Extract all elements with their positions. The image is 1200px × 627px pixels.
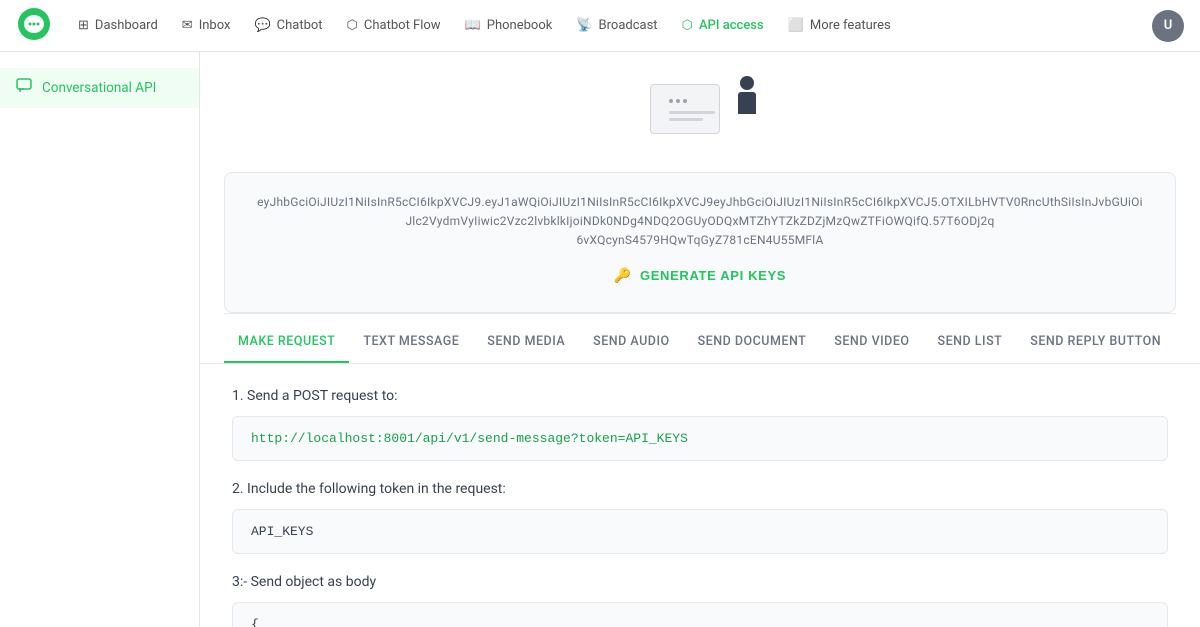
sidebar: Conversational API <box>0 52 200 627</box>
top-navigation: ⊞ Dashboard ✉ Inbox 💬 Chatbot ⬡ Chatbot … <box>0 0 1200 52</box>
nav-item-inbox[interactable]: ✉ Inbox <box>172 12 241 39</box>
brace-open: { <box>251 617 259 627</box>
section-divider <box>224 313 1176 314</box>
nav-item-broadcast[interactable]: 📡 Broadcast <box>566 12 667 39</box>
figure-body <box>738 92 756 114</box>
hero-illustration <box>640 76 760 156</box>
nav-item-chatbot-flow[interactable]: ⬡ Chatbot Flow <box>337 12 451 39</box>
sidebar-item-conversational-api[interactable]: Conversational API <box>0 68 199 108</box>
tab-send-video[interactable]: SEND VIDEO <box>820 322 923 363</box>
tab-send-list[interactable]: SEND LIST <box>924 322 1017 363</box>
step2-label: 2. Include the following token in the re… <box>232 481 1168 497</box>
grid-icon: ⊞ <box>78 18 89 33</box>
dot-3 <box>683 99 687 103</box>
broadcast-icon: 📡 <box>576 18 592 33</box>
api-key-text: eyJhbGciOiJIUzI1NiIsInR5cCI6IkpXVCJ9.eyJ… <box>257 193 1143 251</box>
screen-line-2 <box>669 118 703 121</box>
nav-item-chatbot[interactable]: 💬 Chatbot <box>244 12 332 39</box>
app-logo[interactable] <box>16 6 52 46</box>
make-request-content: 1. Send a POST request to: http://localh… <box>200 364 1200 627</box>
step1-label: 1. Send a POST request to: <box>232 388 1168 404</box>
key-icon: 🔑 <box>614 267 632 284</box>
inbox-icon: ✉ <box>182 18 193 33</box>
generate-api-keys-button[interactable]: 🔑 GENERATE API KEYS <box>614 267 786 284</box>
tab-send-reply-button[interactable]: SEND REPLY BUTTON <box>1016 322 1175 363</box>
phonebook-icon: 📖 <box>465 18 481 33</box>
tab-make-request[interactable]: MAKE REQUEST <box>224 322 349 363</box>
step2-token-text: API_KEYS <box>251 524 313 539</box>
more-icon: ⬜ <box>788 18 804 33</box>
dot-1 <box>669 99 673 103</box>
figure <box>738 76 756 114</box>
sidebar-item-label: Conversational API <box>42 80 156 96</box>
screen-box <box>650 84 720 134</box>
tab-send-audio[interactable]: SEND AUDIO <box>579 322 683 363</box>
nav-item-dashboard[interactable]: ⊞ Dashboard <box>68 12 168 39</box>
main-content: eyJhbGciOiJIUzI1NiIsInR5cCI6IkpXVCJ9.eyJ… <box>200 52 1200 627</box>
nav-item-phonebook[interactable]: 📖 Phonebook <box>455 12 563 39</box>
chat-icon <box>16 78 32 98</box>
user-avatar[interactable]: U <box>1152 10 1184 42</box>
bot-icon: 💬 <box>254 18 270 33</box>
api-icon: ⬡ <box>682 18 693 33</box>
nav-item-more-features[interactable]: ⬜ More features <box>778 12 901 39</box>
step1-url-text: http://localhost:8001/api/v1/send-messag… <box>251 431 688 446</box>
step3-label: 3:- Send object as body <box>232 574 1168 590</box>
api-hero-section <box>200 52 1200 172</box>
tab-text-message[interactable]: TEXT MESSAGE <box>349 322 473 363</box>
api-key-box: eyJhbGciOiJIUzI1NiIsInR5cCI6IkpXVCJ9.eyJ… <box>224 172 1176 313</box>
screen-line-1 <box>669 111 715 114</box>
tab-send-document[interactable]: SEND DOCUMENT <box>684 322 821 363</box>
tab-send-media[interactable]: SEND MEDIA <box>473 322 579 363</box>
step2-token-block: API_KEYS <box>232 509 1168 554</box>
dot-2 <box>676 99 680 103</box>
app-layout: Conversational API <box>0 52 1200 627</box>
step1-url-block: http://localhost:8001/api/v1/send-messag… <box>232 416 1168 461</box>
code-line-brace-open: { <box>251 617 1149 627</box>
screen-dots <box>669 99 687 103</box>
flow-icon: ⬡ <box>347 18 358 33</box>
tabs-bar: MAKE REQUEST TEXT MESSAGE SEND MEDIA SEN… <box>200 322 1200 364</box>
nav-item-api-access[interactable]: ⬡ API access <box>672 12 774 39</box>
figure-head <box>740 76 754 90</box>
step3-code-block: { messageObject : {...object} <box>232 602 1168 627</box>
